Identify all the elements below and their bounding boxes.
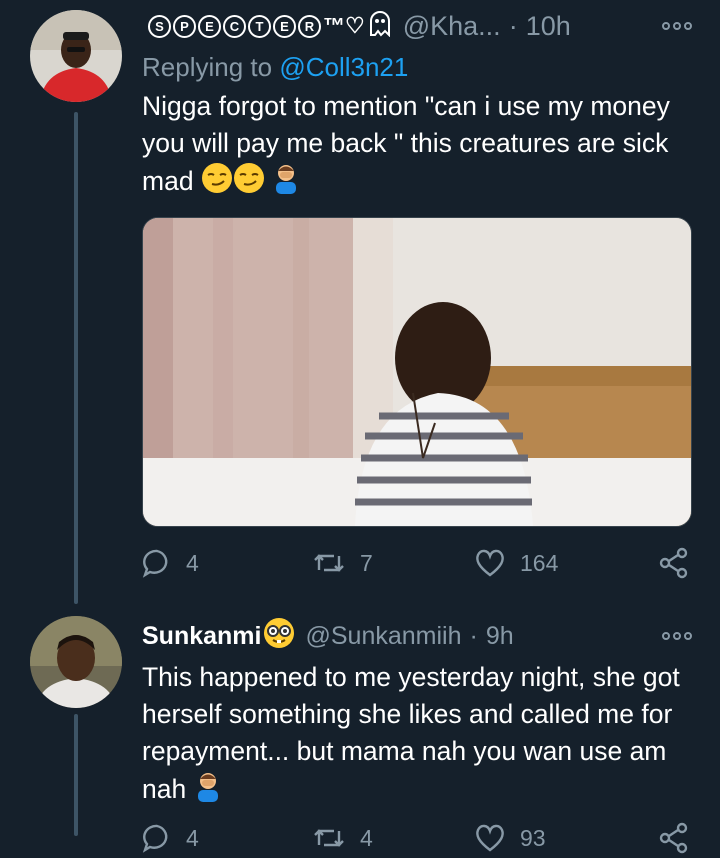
reply-button[interactable]: 4	[142, 818, 199, 858]
replying-to: Replying to @Coll3n21	[142, 52, 409, 82]
tweet-actions: 4 4 93	[142, 818, 690, 858]
like-button[interactable]: 164	[474, 543, 558, 583]
more-icon[interactable]	[662, 22, 692, 30]
tweet-text: This happened to me yesterday night, she…	[142, 659, 690, 812]
smirk-emoji	[233, 162, 265, 204]
display-name-letters: S P E C T E R	[148, 14, 321, 38]
timestamp[interactable]: 10h	[526, 11, 571, 42]
facepalm-emoji	[272, 162, 300, 204]
share-icon	[658, 547, 690, 579]
media-image[interactable]	[142, 217, 692, 527]
retweet-button[interactable]: 7	[312, 543, 373, 583]
retweet-icon	[312, 823, 346, 853]
separator-dot: ·	[469, 621, 478, 650]
display-name[interactable]: S P E C T E R ™♡	[142, 9, 393, 44]
tweet-header: Sunkanmi @Sunkanmiih · 9h	[142, 616, 692, 656]
retweet-count: 7	[360, 549, 373, 576]
tweet-header: S P E C T E R ™♡ @Kha... · 10h	[142, 6, 692, 46]
nerd-emoji	[263, 617, 295, 656]
ghost-emoji	[367, 9, 393, 44]
like-count: 164	[520, 549, 559, 576]
display-name[interactable]: Sunkanmi	[142, 617, 295, 656]
user-handle[interactable]: @Kha...	[403, 11, 501, 42]
thread-line	[74, 714, 78, 836]
like-icon	[474, 548, 506, 578]
like-button[interactable]: 93	[474, 818, 546, 858]
like-count: 93	[520, 824, 546, 851]
retweet-button[interactable]: 4	[312, 818, 373, 858]
tweet-actions: 4 7 164	[142, 543, 690, 583]
smirk-emoji	[201, 162, 233, 204]
tweet[interactable]: S P E C T E R ™♡ @Kha... · 10h Replying …	[0, 0, 720, 606]
separator-dot: ·	[508, 10, 518, 41]
reply-count: 4	[186, 824, 199, 851]
share-button[interactable]	[658, 543, 690, 583]
share-icon	[658, 822, 690, 854]
share-button[interactable]	[658, 818, 690, 858]
tweet-text: Nigga forgot to mention "can i use my mo…	[142, 88, 690, 204]
thread-line	[74, 112, 78, 604]
display-name-suffix: ™♡	[323, 13, 365, 38]
avatar[interactable]	[30, 10, 122, 102]
retweet-count: 4	[360, 824, 373, 851]
retweet-icon	[312, 548, 346, 578]
reply-count: 4	[186, 549, 199, 576]
like-icon	[474, 823, 506, 853]
user-handle[interactable]: @Sunkanmiih	[305, 622, 461, 651]
tweet[interactable]: Sunkanmi @Sunkanmiih · 9h This happened …	[0, 606, 720, 854]
timestamp[interactable]: 9h	[486, 622, 514, 651]
avatar[interactable]	[30, 616, 122, 708]
replying-to-handle[interactable]: @Coll3n21	[279, 52, 408, 82]
facepalm-emoji	[194, 770, 222, 812]
more-icon[interactable]	[662, 632, 692, 640]
reply-icon	[142, 823, 172, 853]
reply-icon	[142, 548, 172, 578]
reply-button[interactable]: 4	[142, 543, 199, 583]
